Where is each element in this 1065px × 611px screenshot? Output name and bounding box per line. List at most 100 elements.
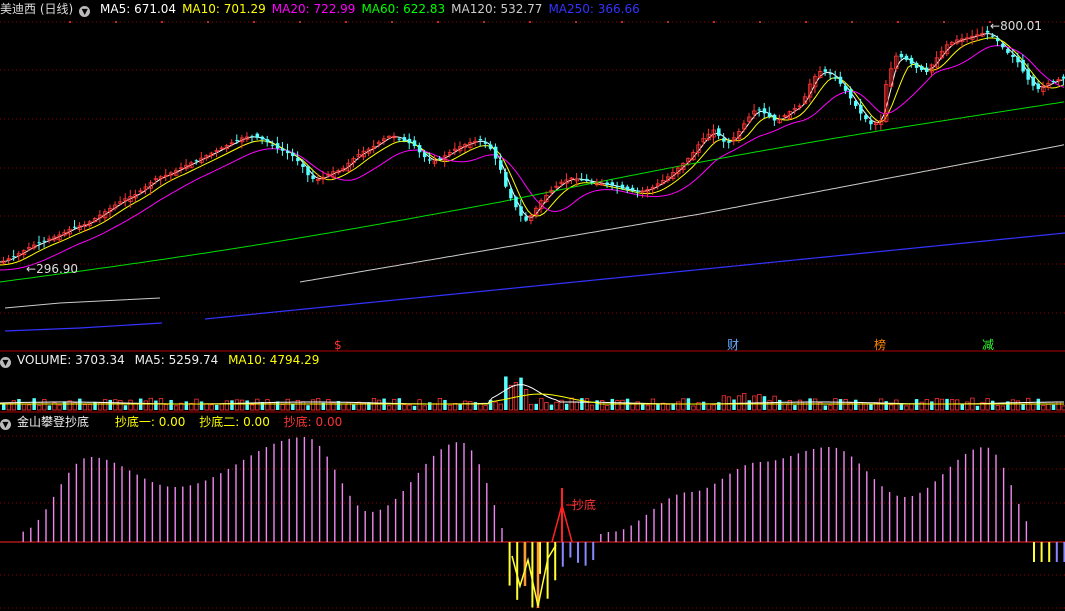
volume-bar — [285, 398, 290, 411]
volume-bar — [443, 399, 447, 410]
volume-bar — [549, 404, 554, 410]
volume-bar — [584, 398, 590, 411]
volume-bar — [965, 401, 970, 411]
volume-bar — [21, 403, 27, 411]
grid-dot — [575, 21, 577, 23]
volume-bar — [574, 401, 579, 411]
volume-bar — [564, 403, 569, 410]
candle-body — [12, 256, 16, 258]
volume-bar — [838, 399, 843, 410]
dropdown-icon[interactable]: ▼ — [0, 357, 11, 368]
grid-dot — [69, 21, 71, 23]
event-marker-rank[interactable]: 榜 — [874, 338, 886, 352]
volume-bar — [265, 399, 270, 411]
volume-bar — [82, 404, 88, 411]
volume-bar — [422, 405, 427, 411]
candle-body — [833, 77, 838, 79]
candle-body — [717, 128, 721, 136]
volume-bar — [889, 404, 894, 411]
volume-bar — [854, 399, 858, 410]
volume-bar — [523, 389, 529, 411]
volume-bar — [975, 405, 980, 410]
candle-body — [620, 184, 625, 189]
volume-bar — [402, 404, 407, 411]
event-marker-reduce[interactable]: 减 — [982, 338, 994, 352]
volume-bar — [356, 401, 361, 411]
candle-body — [1026, 69, 1030, 80]
volume-bar — [823, 405, 828, 410]
candle-body — [1031, 76, 1035, 86]
volume-bar — [93, 401, 97, 410]
ma-label-4: MA120: 532.77 — [451, 2, 543, 16]
volume-bar — [711, 404, 716, 411]
candle-body — [1006, 49, 1010, 53]
grid-dot — [299, 21, 301, 23]
volume-bar — [869, 404, 873, 410]
oscillator-bars — [22, 437, 1065, 608]
candle-body — [630, 187, 635, 191]
volume-bar — [245, 400, 249, 410]
ma-label-1: MA10: 701.29 — [182, 2, 266, 16]
volume-bar — [113, 399, 118, 411]
dropdown-icon[interactable]: ▼ — [79, 6, 91, 17]
chart-canvas[interactable] — [0, 0, 1065, 611]
ma-label-2: MA20: 722.99 — [271, 2, 356, 16]
volume-bar — [478, 403, 483, 411]
candle-body — [428, 159, 432, 161]
volume-bar — [174, 405, 179, 411]
stock-title[interactable]: 美迪西 (日线) — [0, 2, 73, 16]
volume-bar — [118, 400, 123, 411]
volume-bar — [224, 400, 230, 411]
volume-bar — [732, 399, 736, 410]
volume-bar — [103, 399, 108, 411]
chaodi-value: 抄底: 0.00 — [283, 415, 343, 429]
volume-bar — [955, 399, 960, 411]
candle-body — [286, 150, 290, 154]
candle-body — [605, 182, 609, 185]
volume-bar — [676, 401, 681, 411]
volume-bar — [909, 403, 914, 411]
candle-body — [301, 164, 305, 167]
volume-bar — [1041, 405, 1046, 411]
candle-body — [296, 157, 300, 162]
volume-bar — [234, 399, 240, 411]
grid-dot — [621, 21, 623, 23]
event-marker-finance[interactable]: 财 — [727, 338, 739, 352]
grid-dot — [161, 21, 163, 23]
candle-body — [1021, 59, 1025, 72]
volume-bar — [615, 400, 620, 411]
grid-dot — [943, 21, 945, 23]
candle-body — [509, 188, 513, 199]
volume-bar — [930, 401, 934, 410]
ma-label-0: MA5: 671.04 — [100, 2, 177, 16]
candle-body — [407, 138, 412, 144]
event-marker-dividend[interactable]: $ — [334, 338, 342, 352]
volume-bar — [57, 404, 62, 411]
candle-body — [504, 171, 508, 187]
volume-bar — [757, 393, 762, 411]
volume-bar — [483, 405, 488, 411]
volume-bar — [1051, 404, 1056, 410]
candle-body — [255, 133, 260, 138]
volume-bar — [493, 401, 498, 411]
candle-body — [610, 182, 615, 186]
volume-bar — [539, 397, 544, 411]
grid-dot — [897, 21, 899, 23]
volume-bar — [904, 405, 909, 411]
volume-bar — [310, 399, 316, 411]
volume-bar — [529, 403, 534, 411]
volume-bar — [351, 404, 356, 410]
candle-body — [250, 136, 254, 138]
volume-bar — [326, 399, 331, 411]
candle-body — [828, 73, 833, 75]
candle-body — [524, 216, 528, 221]
candle-body — [397, 138, 402, 140]
candle-body — [996, 38, 1000, 42]
candle-body — [422, 152, 427, 158]
volume-bar — [914, 399, 919, 410]
ma10-line — [0, 37, 1065, 266]
volume-bar — [721, 395, 727, 411]
volume-bar — [184, 401, 189, 410]
dropdown-icon[interactable]: ▼ — [0, 419, 11, 430]
grid-dot — [713, 21, 715, 23]
